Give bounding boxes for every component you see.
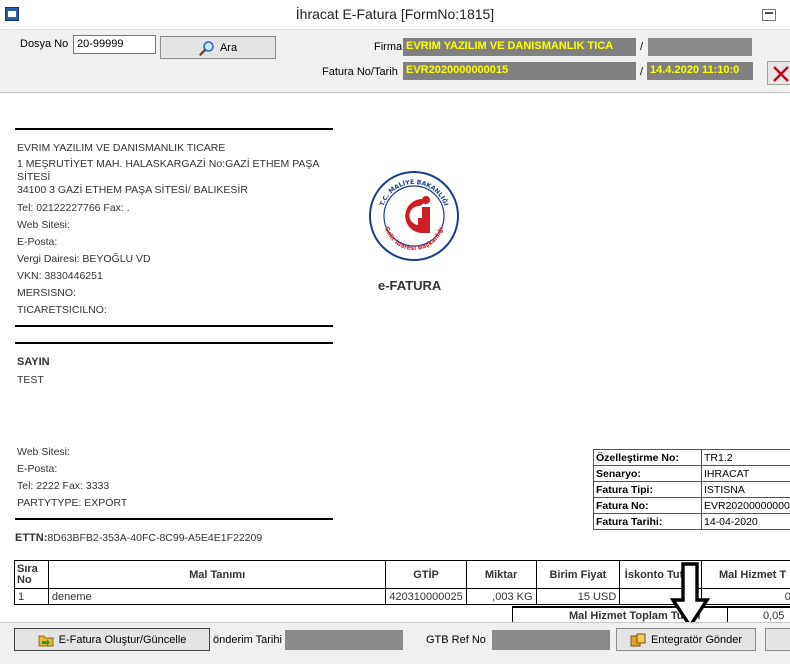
close-button[interactable]: [767, 61, 790, 85]
totals-value: 0,05: [763, 610, 785, 622]
summary-row: Özelleştirme No: TR1.2: [593, 449, 790, 466]
header-toolbar: Dosya No 20-99999 Ara Firma EVRIM YAZILI…: [0, 30, 790, 93]
sender-address-line-2: SİTESİ: [17, 171, 51, 183]
fatura-no-field[interactable]: EVR2020000000015: [403, 62, 636, 80]
dosya-no-input[interactable]: 20-99999: [73, 35, 156, 54]
summary-row: Fatura Tipi: ISTISNA: [593, 481, 790, 498]
gtb-ref-no-label: GTB Ref No: [426, 634, 486, 646]
summary-key: Fatura No:: [593, 497, 702, 514]
fatura-date-field[interactable]: 14.4.2020 11:10:0: [647, 62, 753, 80]
summary-key: Fatura Tarihi:: [593, 513, 702, 530]
summary-value: 14-04-2020: [701, 513, 790, 530]
ettn-value: 8D63BFB2-353A-40FC-8C99-A5E4E1F22209: [47, 532, 263, 544]
summary-row: Fatura Tarihi: 14-04-2020: [593, 513, 790, 530]
column-header: GTİP: [385, 560, 467, 589]
gonderim-tarihi-field[interactable]: [285, 630, 403, 650]
buyer-party-type: PARTYTYPE: EXPORT: [17, 497, 128, 509]
extra-button[interactable]: [765, 628, 790, 651]
down-arrow-icon: [669, 562, 711, 622]
ettn-label: ETTN:: [15, 532, 48, 544]
summary-value: IHRACAT: [701, 465, 790, 482]
sender-tax-office: Vergi Dairesi: BEYOĞLU VD: [17, 253, 151, 265]
divider: [15, 518, 333, 520]
summary-key: Özelleştirme No:: [593, 449, 702, 466]
buyer-email: E-Posta:: [17, 463, 58, 475]
column-header: Miktar: [465, 560, 537, 589]
divider: [727, 608, 728, 622]
buyer-name: TEST: [17, 374, 44, 386]
buyer-web: Web Sitesi:: [17, 446, 70, 458]
firma-field[interactable]: EVRIM YAZILIM VE DANISMANLIK TICA: [403, 38, 636, 56]
create-invoice-button-label: E-Fatura Oluştur/Güncelle: [58, 633, 187, 646]
invoice-summary-table: Özelleştirme No: TR1.2 Senaryo: IHRACAT Fatu…: [593, 449, 790, 530]
firma-label: Firma: [374, 41, 403, 53]
minimize-button[interactable]: [762, 9, 776, 21]
totals-row: Mal Hizmet Toplam Tutarı 0,05: [512, 606, 790, 622]
sender-mersis: MERSISNO:: [17, 287, 76, 299]
summary-key: Fatura Tipi:: [593, 481, 702, 498]
e-fatura-title: e-FATURA: [378, 278, 442, 293]
search-button[interactable]: Ara: [160, 36, 276, 59]
firma-separator: /: [640, 41, 644, 53]
sender-phone: Tel: 02122227766 Fax: .: [17, 202, 130, 214]
table-cell: 1: [14, 588, 49, 605]
gonderim-tarihi-label: önderim Tarihi: [213, 634, 282, 646]
search-button-label: Ara: [219, 41, 238, 54]
buyer-salutation: SAYIN: [17, 356, 50, 368]
firma-secondary-field[interactable]: [648, 38, 752, 56]
fatura-separator: /: [640, 66, 644, 78]
sender-name: EVRIM YAZILIM VE DANISMANLIK TICARE: [17, 142, 226, 154]
package-icon: [630, 633, 646, 647]
bottom-toolbar: E-Fatura Oluştur/Güncelle önderim Tarihi…: [0, 622, 790, 664]
column-header: Mal Tanımı: [47, 560, 387, 589]
summary-key: Senaryo:: [593, 465, 702, 482]
sender-vkn: VKN: 3830446251: [17, 270, 103, 282]
summary-value: TR1.2: [701, 449, 790, 466]
divider: [15, 342, 333, 344]
table-cell: ,003 KG: [465, 588, 537, 605]
dosya-no-label: Dosya No: [20, 38, 69, 50]
title-bar: İhracat E-Fatura [FormNo:1815]: [0, 0, 790, 30]
fatura-no-tarih-label: Fatura No/Tarih: [322, 66, 398, 78]
folder-icon: [38, 633, 54, 647]
create-invoice-button[interactable]: E-Fatura Oluştur/Güncelle: [14, 628, 210, 651]
ettn-line: ETTN:8D63BFB2-353A-40FC-8C99-A5E4E1F2220…: [15, 532, 262, 544]
close-icon: [773, 66, 789, 82]
send-to-integrator-label: Entegratör Gönder: [650, 633, 743, 646]
sender-email: E-Posta:: [17, 236, 58, 248]
search-icon: [199, 40, 215, 56]
sender-address-line-3: 34100 3 GAZİ ETHEM PAŞA SİTESİ/ BALIKESİ…: [17, 184, 248, 196]
divider: [15, 325, 333, 327]
divider: [15, 128, 333, 130]
summary-row: Senaryo: IHRACAT: [593, 465, 790, 482]
column-header: Mal Hizmet T: [701, 560, 790, 589]
sender-address-line-1: 1 MEŞRUTİYET MAH. HALASKARGAZİ No:GAZİ E…: [17, 158, 320, 170]
window-title: İhracat E-Fatura [FormNo:1815]: [295, 6, 495, 22]
column-header: Sıra No: [14, 560, 49, 589]
summary-value: ISTISNA: [701, 481, 790, 498]
table-cell: 0,0: [701, 588, 790, 605]
send-to-integrator-button[interactable]: Entegratör Gönder: [616, 628, 756, 651]
gib-logo: T.C. MALİYE BAKANLIĞI Gelir İdaresi Başk…: [368, 170, 460, 262]
invoice-preview: EVRIM YAZILIM VE DANISMANLIK TICARE 1 ME…: [0, 94, 790, 622]
summary-row: Fatura No:EVR2020000000015: [593, 497, 790, 514]
table-cell: deneme: [47, 588, 387, 605]
column-header: Birim Fiyat: [535, 560, 621, 589]
summary-value: EVR2020000000015: [701, 497, 790, 514]
table-cell: 15 USD: [535, 588, 621, 605]
buyer-phone: Tel: 2222 Fax: 3333: [17, 480, 110, 492]
sender-trade-registry: TICARETSICILNO:: [17, 304, 107, 316]
sender-web: Web Sitesi:: [17, 219, 70, 231]
gtb-ref-no-field[interactable]: [492, 630, 610, 650]
table-cell: 420310000025: [385, 588, 467, 605]
